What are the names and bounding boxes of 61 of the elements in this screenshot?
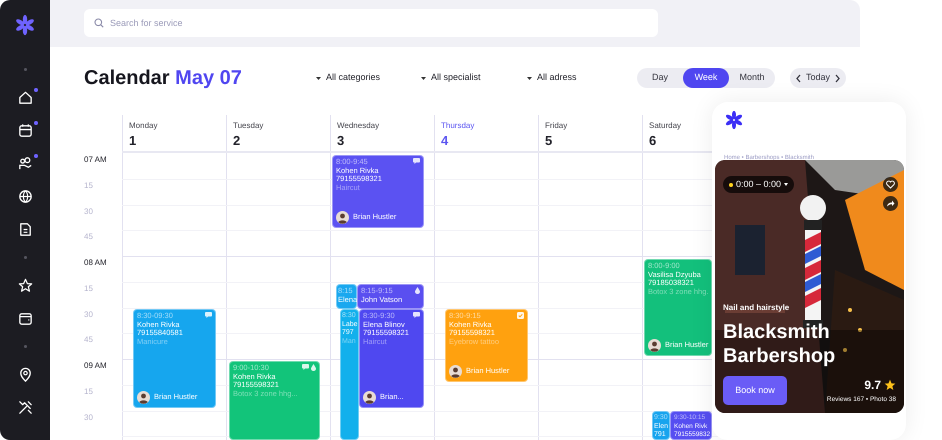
wallet-icon[interactable] <box>16 310 34 327</box>
day-name: Wednesday <box>337 120 380 132</box>
day-number: 5 <box>545 133 552 149</box>
view-tab[interactable]: Week <box>683 68 729 88</box>
avatar <box>336 211 349 224</box>
time-label: 45 <box>84 232 93 242</box>
day-name: Friday <box>545 120 568 132</box>
logo-icon <box>14 14 36 36</box>
logo-icon <box>724 110 744 130</box>
time-label: 07 AM <box>84 155 107 164</box>
time-label: 30 <box>84 412 93 422</box>
search-field[interactable]: Search for service <box>84 9 658 37</box>
view-tab[interactable]: Day <box>637 68 683 88</box>
search-icon <box>94 18 104 28</box>
share-icon[interactable] <box>883 196 898 211</box>
home-icon[interactable] <box>16 89 34 106</box>
previous-icon[interactable] <box>795 74 802 82</box>
star-icon[interactable] <box>16 277 34 294</box>
avatar <box>363 391 376 404</box>
caret-icon <box>316 76 321 80</box>
day-name: Monday <box>129 120 158 132</box>
time-label: 08 AM <box>84 258 107 267</box>
shop-category: Nail and hairstyle <box>723 302 790 314</box>
today-button[interactable]: Today <box>806 71 830 85</box>
time-label: 45 <box>84 335 93 344</box>
rating: 9.7 <box>864 377 881 394</box>
day-name: Tuesday <box>233 120 264 132</box>
day-name: Saturday <box>649 120 682 132</box>
time-label: 09 AM <box>84 361 107 370</box>
day-number: 3 <box>337 133 344 149</box>
tools-icon[interactable] <box>16 399 34 416</box>
view-tab[interactable]: Month <box>729 68 775 88</box>
filter-dropdown[interactable]: All specialist <box>421 71 481 85</box>
caret-icon <box>421 76 426 80</box>
time-label: 30 <box>84 206 93 216</box>
time-label: 15 <box>84 180 93 190</box>
next-icon[interactable] <box>834 74 842 82</box>
day-number: 1 <box>129 133 136 149</box>
shop-name: Blacksmith Barbershop <box>723 320 836 368</box>
time-label: 15 <box>84 386 93 396</box>
calendar-icon[interactable] <box>16 122 34 139</box>
filter-dropdown[interactable]: All categories <box>316 71 380 85</box>
hours-dropdown[interactable]: 0:00 – 0:00 <box>723 176 794 193</box>
star-icon <box>884 379 896 391</box>
day-number: 2 <box>233 133 240 149</box>
globe-icon[interactable] <box>16 188 34 205</box>
avatar <box>137 391 150 404</box>
time-label: 15 <box>84 284 93 293</box>
people-icon[interactable] <box>16 155 34 172</box>
filter-dropdown[interactable]: All adress <box>527 71 577 85</box>
caret-icon <box>527 76 532 80</box>
page-date: May 07 <box>175 67 242 89</box>
book-button[interactable]: Book now <box>723 376 787 405</box>
avatar <box>449 365 462 378</box>
caret-icon <box>784 183 788 186</box>
day-number: 4 <box>441 133 448 149</box>
page-title: Calendar <box>84 67 170 89</box>
day-number: 6 <box>649 133 656 149</box>
time-label: 30 <box>84 310 93 318</box>
avatar <box>648 339 661 352</box>
day-name: Thursday <box>441 120 474 132</box>
